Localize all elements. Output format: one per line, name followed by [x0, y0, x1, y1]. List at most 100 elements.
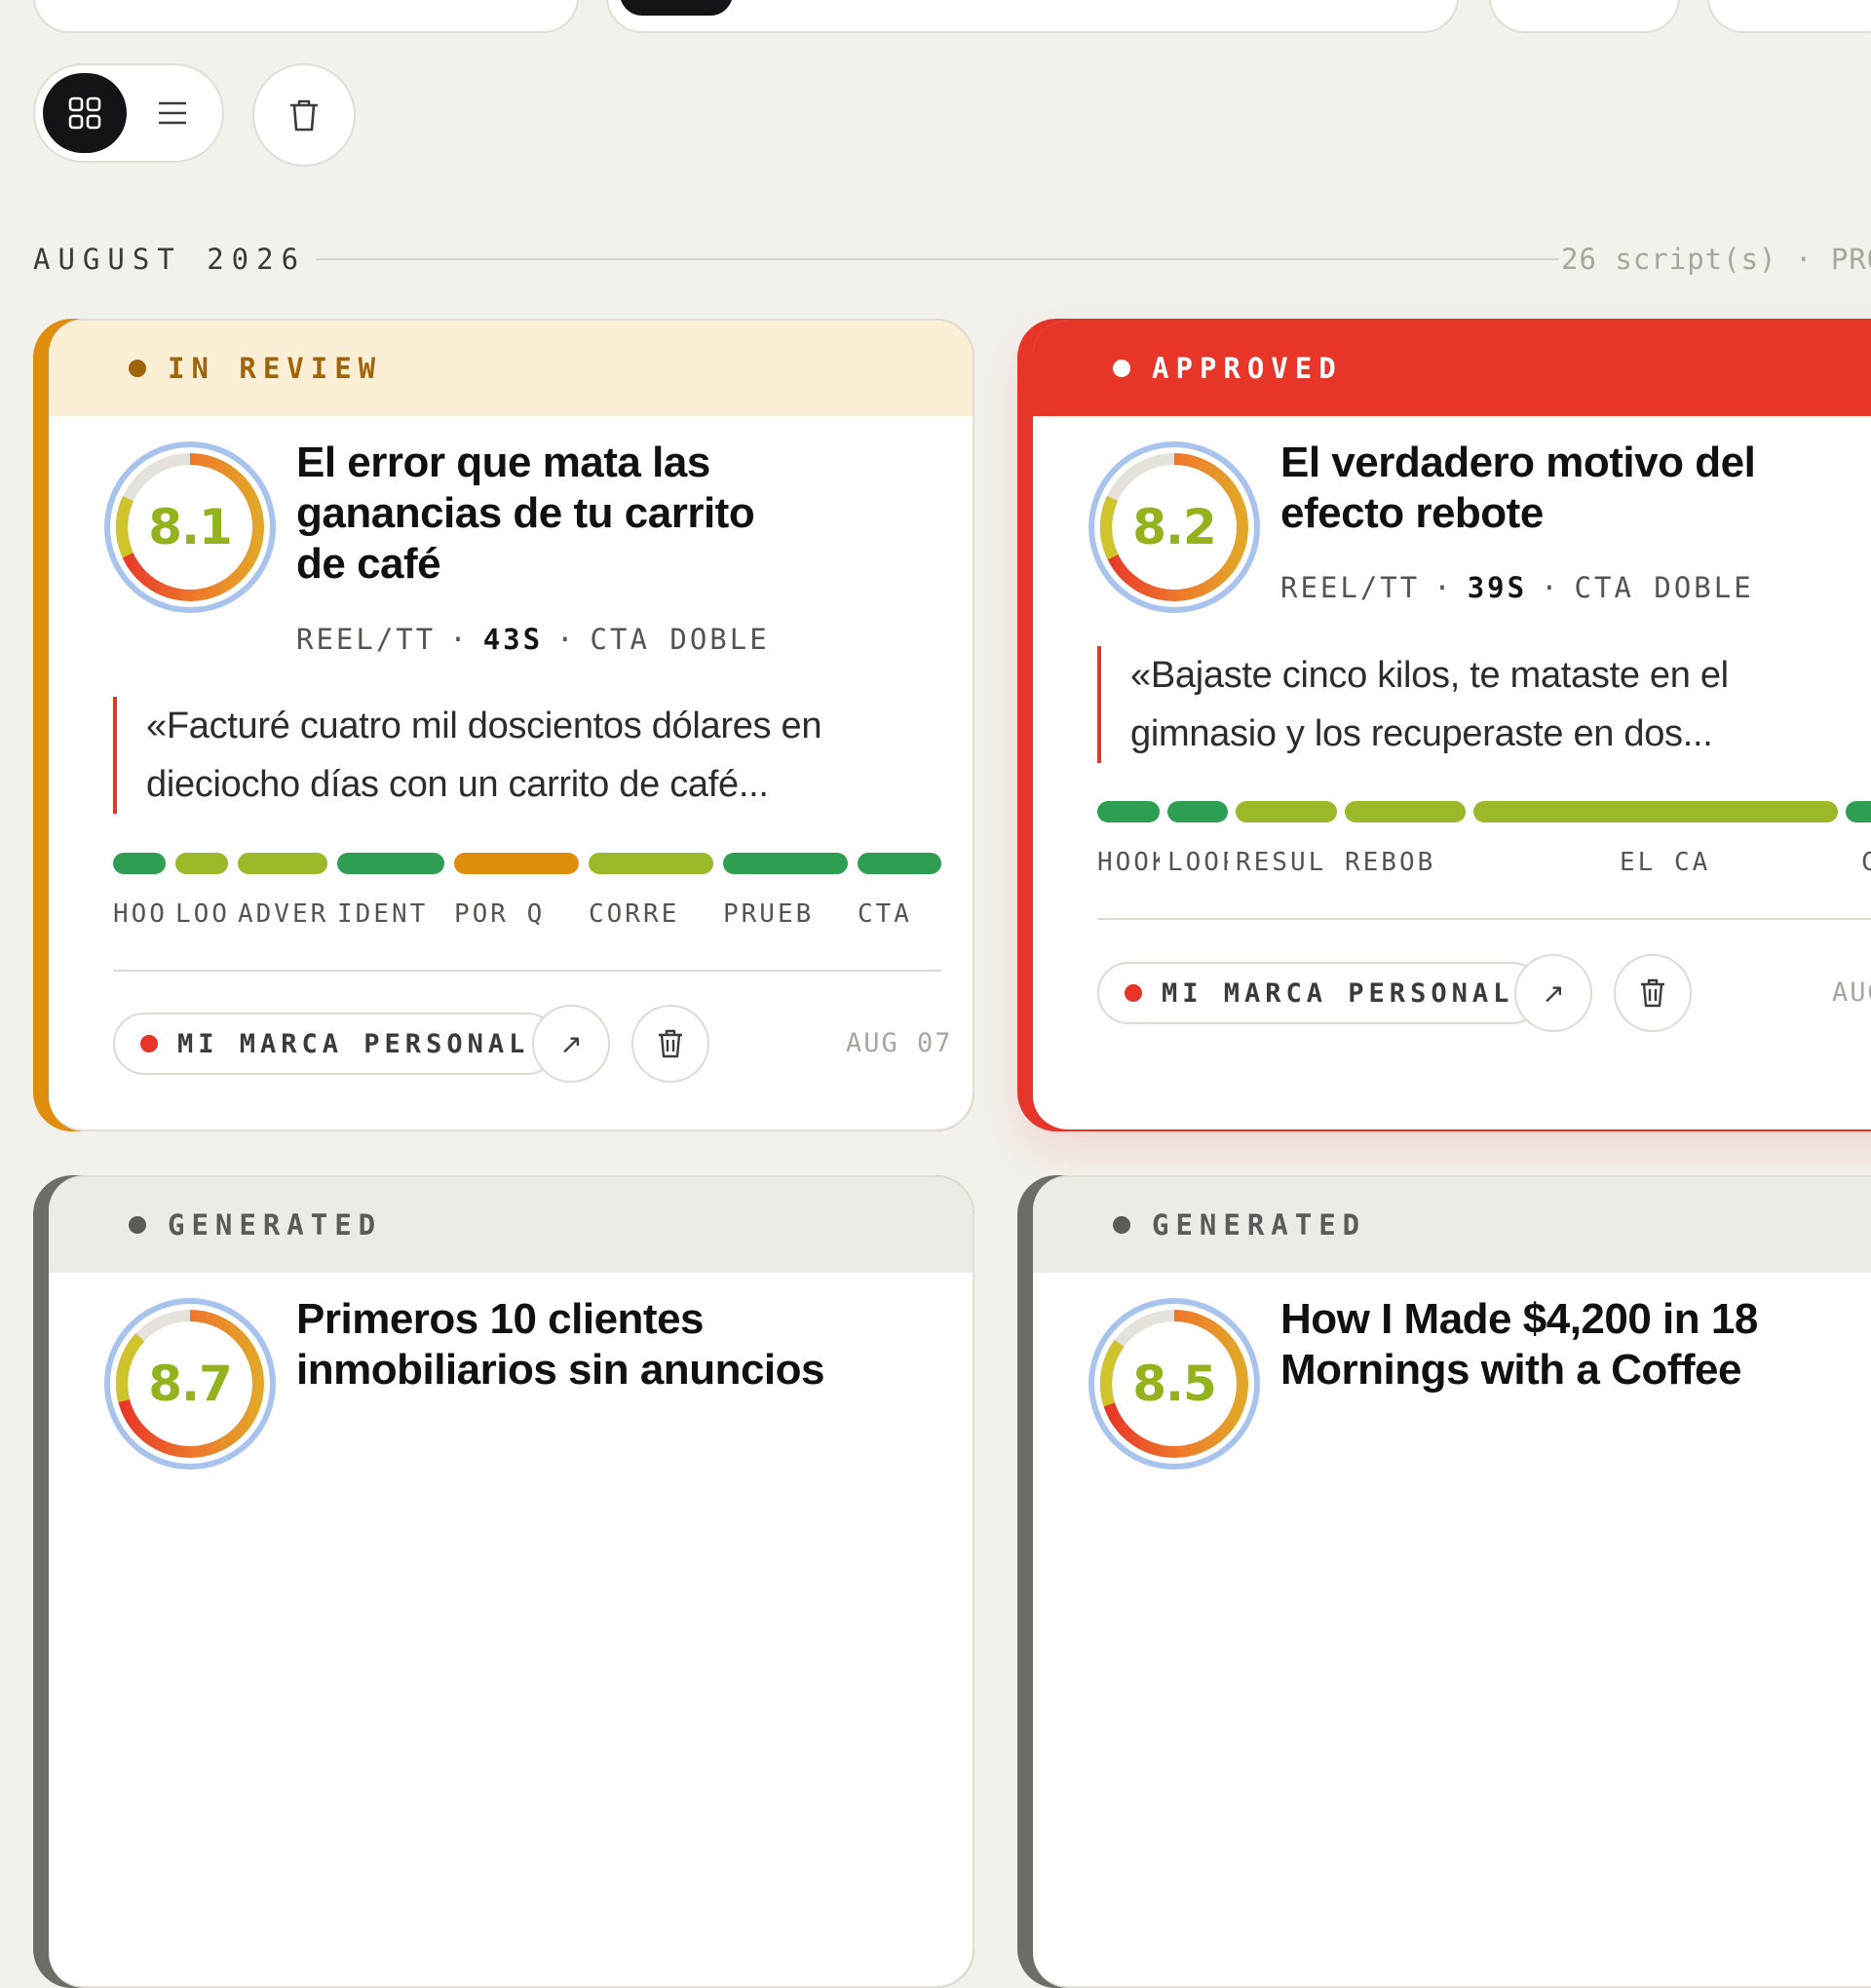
grid-view-button[interactable] — [43, 73, 127, 153]
score-ring: 8.5 — [1088, 1298, 1260, 1470]
segment-label: POR Q — [454, 899, 546, 929]
script-card[interactable]: APPROVED 8.2 El verdadero motivo del efe… — [1017, 319, 1871, 1131]
card-body: GENERATED 8.7 Primeros 10 clientes inmob… — [49, 1175, 974, 1988]
segment-prueb[interactable] — [723, 853, 848, 874]
top-control-1[interactable] — [33, 0, 579, 33]
status-label: APPROVED — [1152, 352, 1343, 385]
segment-ident[interactable] — [337, 853, 444, 874]
hook-quote: «Facturé cuatro mil doscientos dólares e… — [113, 697, 941, 814]
card-divider — [113, 970, 941, 972]
segment-cta[interactable] — [858, 853, 941, 874]
brand-dot — [1125, 984, 1142, 1002]
trash-icon — [290, 99, 318, 132]
top-control-4[interactable] — [1707, 0, 1871, 33]
segment-loo[interactable] — [175, 853, 228, 874]
format-label: REEL/TT — [1280, 571, 1421, 604]
arrow-up-right-icon: ↗ — [559, 1027, 583, 1060]
score-value: 8.7 — [148, 1356, 233, 1412]
script-card[interactable]: IN REVIEW 8.1 El error que mata las gana… — [33, 319, 974, 1131]
bulk-delete-button[interactable] — [252, 63, 356, 167]
segment-adver[interactable] — [238, 853, 327, 874]
hook-quote: «Bajaste cinco kilos, te mataste en el g… — [1097, 646, 1871, 763]
segment-elca[interactable] — [1473, 801, 1838, 822]
segment-label: CT — [1861, 848, 1871, 877]
brand-dot — [140, 1035, 158, 1052]
status-bar: APPROVED — [1033, 321, 1871, 416]
status-dot — [129, 1216, 146, 1234]
duration-label: 39S — [1467, 571, 1528, 604]
status-bar: IN REVIEW — [49, 321, 973, 416]
segment-bar — [1097, 801, 1871, 822]
status-dot — [129, 360, 146, 377]
brand-chip[interactable]: MI MARCA PERSONAL — [113, 1013, 559, 1075]
segment-label: LOO — [175, 899, 230, 929]
card-title[interactable]: Primeros 10 clientes inmobiliarios sin a… — [296, 1294, 959, 1395]
grid-icon — [68, 96, 101, 130]
segment-label: CORRE — [589, 899, 680, 929]
script-count: 26 script(s) · PRO — [1561, 243, 1871, 276]
status-bar: GENERATED — [1033, 1177, 1871, 1273]
score-ring: 8.1 — [104, 441, 276, 613]
month-header: AUGUST 2026 26 script(s) · PRO — [33, 240, 1871, 279]
segment-hook[interactable] — [1097, 801, 1160, 822]
segment-label: PRUEB — [723, 899, 815, 929]
segment-label: REBOB — [1345, 848, 1436, 877]
status-dot — [1113, 1216, 1130, 1234]
card-body: GENERATED 8.5 How I Made $4,200 in 18 Mo… — [1033, 1175, 1871, 1988]
segment-label: HOOK — [1097, 848, 1160, 877]
segment-resul[interactable] — [1236, 801, 1337, 822]
segment-label: RESUL — [1236, 848, 1327, 877]
script-card[interactable]: GENERATED 8.7 Primeros 10 clientes inmob… — [33, 1175, 974, 1988]
score-value: 8.2 — [1132, 499, 1217, 555]
score-value: 8.1 — [148, 499, 233, 555]
score-ring: 8.2 — [1088, 441, 1260, 613]
segment-loop[interactable] — [1167, 801, 1228, 822]
status-label: GENERATED — [168, 1208, 383, 1242]
segment-label: LOOP — [1167, 848, 1228, 877]
status-dot — [1113, 360, 1130, 377]
list-icon — [159, 101, 186, 125]
trash-icon — [1641, 978, 1664, 1008]
card-title[interactable]: How I Made $4,200 in 18 Mornings with a … — [1280, 1294, 1871, 1395]
score-ring: 8.7 — [104, 1298, 276, 1470]
card-date: AUG — [1832, 977, 1871, 1008]
segment-bar — [113, 853, 941, 874]
open-button[interactable]: ↗ — [532, 1005, 610, 1083]
month-label: AUGUST 2026 — [33, 243, 307, 276]
open-button[interactable]: ↗ — [1514, 954, 1592, 1032]
brand-chip[interactable]: MI MARCA PERSONAL — [1097, 962, 1544, 1024]
card-divider — [1097, 918, 1871, 920]
arrow-up-right-icon: ↗ — [1542, 976, 1565, 1010]
script-card[interactable]: GENERATED 8.5 How I Made $4,200 in 18 Mo… — [1017, 1175, 1871, 1988]
cta-label: CTA DOBLE — [1574, 571, 1754, 604]
format-label: REEL/TT — [296, 623, 437, 656]
card-title[interactable]: El verdadero motivo del efecto rebote — [1280, 438, 1871, 539]
search-bar[interactable] — [606, 0, 1459, 33]
card-date: AUG 07 — [846, 1028, 953, 1058]
view-toggle — [33, 63, 224, 163]
duration-label: 43S — [482, 623, 544, 656]
segment-rebob[interactable] — [1345, 801, 1466, 822]
segment-hoo[interactable] — [113, 853, 166, 874]
segment-label: IDENT — [337, 899, 429, 929]
card-meta: REEL/TT · 43S · CTA DOBLE — [296, 623, 770, 656]
card-body: APPROVED 8.2 El verdadero motivo del efe… — [1033, 319, 1871, 1131]
status-label: GENERATED — [1152, 1208, 1367, 1242]
delete-button[interactable] — [1614, 954, 1692, 1032]
cta-label: CTA DOBLE — [590, 623, 770, 656]
delete-button[interactable] — [631, 1005, 709, 1083]
segment-label: EL CA — [1620, 848, 1711, 877]
status-label: IN REVIEW — [168, 352, 383, 385]
segment-cta[interactable] — [1846, 801, 1871, 822]
card-title[interactable]: El error que mata las ganancias de tu ca… — [296, 438, 959, 590]
card-body: IN REVIEW 8.1 El error que mata las gana… — [49, 319, 974, 1131]
segment-corre[interactable] — [589, 853, 713, 874]
segment-label: CTA — [858, 899, 912, 929]
top-control-3[interactable] — [1489, 0, 1680, 33]
list-view-button[interactable] — [131, 73, 214, 153]
segment-label: HOO — [113, 899, 168, 929]
segment-label: ADVER — [238, 899, 329, 929]
search-button[interactable] — [620, 0, 733, 16]
segment-porq[interactable] — [454, 853, 579, 874]
status-bar: GENERATED — [49, 1177, 973, 1273]
